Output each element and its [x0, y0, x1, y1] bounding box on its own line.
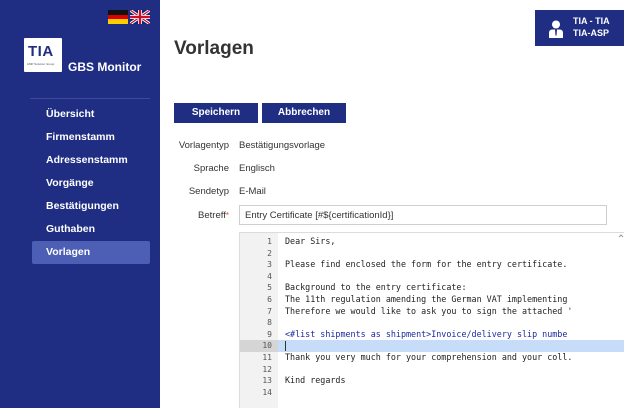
- editor-line[interactable]: 4: [240, 271, 624, 283]
- user-account: TIA-ASP: [573, 28, 609, 38]
- sidebar-item-vorgaenge[interactable]: Vorgänge: [32, 172, 150, 195]
- editor-line[interactable]: 14: [240, 387, 624, 399]
- company-logo: TIA AMP Solution Group: [24, 38, 62, 72]
- user-menu[interactable]: TIA - TIA TIA-ASP: [535, 10, 624, 46]
- code-text: Background to the entry certificate:: [285, 282, 467, 293]
- required-marker: *: [225, 211, 229, 220]
- logo-subtitle: AMP Solution Group: [27, 62, 55, 66]
- editor-line[interactable]: 6 The 11th regulation amending the German…: [240, 294, 624, 306]
- line-number: 1: [267, 237, 272, 246]
- code-text: Dear Sirs,: [285, 236, 336, 246]
- sidebar-item-adressenstamm[interactable]: Adressenstamm: [32, 149, 150, 172]
- sidebar-item-vorlagen[interactable]: Vorlagen: [32, 241, 150, 264]
- uk-flag-icon[interactable]: [129, 8, 151, 26]
- code-text: Kind regards: [285, 375, 346, 386]
- line-number: 11: [262, 353, 272, 362]
- app-name: GBS Monitor: [68, 60, 142, 74]
- send-type-label: Sendetyp: [188, 186, 229, 197]
- code-text: <#list shipments as shipment>Invoice/del…: [285, 328, 568, 339]
- logo-text: TIA: [28, 43, 54, 60]
- line-number: 12: [262, 364, 272, 374]
- sidebar-item-firmenstamm[interactable]: Firmenstamm: [32, 126, 150, 149]
- cancel-button[interactable]: Abbrechen: [262, 103, 346, 123]
- editor-line[interactable]: 3 Please find enclosed the form for the e…: [240, 259, 624, 271]
- editor-line[interactable]: 7 Therefore we would like to ask you to s…: [240, 306, 624, 318]
- sidebar-item-bestaetigungen[interactable]: Bestätigungen: [32, 195, 150, 218]
- template-code-editor[interactable]: 1 Dear Sirs, 2 3 Please find enclosed the fo…: [239, 232, 624, 408]
- user-info: TIA - TIA TIA-ASP: [573, 15, 610, 39]
- language-label: Sprache: [193, 163, 229, 174]
- text-cursor: [285, 341, 286, 352]
- scrollbar-up-arrow-icon[interactable]: [618, 233, 624, 239]
- sidebar: TIA AMP Solution Group GBS Monitor Übers…: [0, 0, 160, 408]
- line-number: 10: [240, 340, 278, 352]
- line-number: 8: [267, 318, 272, 328]
- editor-line[interactable]: 2: [240, 248, 624, 260]
- page-title: Vorlagen: [174, 38, 254, 59]
- template-type-label: Vorlagentyp: [178, 140, 229, 151]
- editor-line[interactable]: 8: [240, 317, 624, 329]
- user-icon: [549, 20, 563, 38]
- language-switcher: [108, 8, 151, 26]
- line-number: 5: [267, 283, 272, 293]
- line-number: 6: [267, 295, 272, 304]
- menu-divider: [30, 98, 150, 99]
- code-text: Thank you very much for your comprehensi…: [285, 352, 573, 362]
- line-number: 4: [267, 271, 272, 281]
- editor-line[interactable]: 9 <#list shipments as shipment>Invoice/de…: [240, 329, 624, 341]
- editor-line[interactable]: 13 Kind regards: [240, 375, 624, 387]
- subject-input[interactable]: [239, 205, 607, 225]
- editor-line[interactable]: 5 Background to the entry certificate:: [240, 282, 624, 294]
- line-number: 14: [262, 387, 272, 397]
- line-number: 3: [267, 260, 272, 270]
- editor-line[interactable]: 10: [240, 340, 624, 352]
- line-number: 13: [262, 376, 272, 386]
- code-text: The 11th regulation amending the German …: [285, 294, 568, 304]
- send-type-value: E-Mail: [239, 186, 266, 197]
- save-button[interactable]: Speichern: [174, 103, 258, 123]
- code-text: Please find enclosed the form for the en…: [285, 259, 568, 270]
- sidebar-item-guthaben[interactable]: Guthaben: [32, 218, 150, 241]
- editor-line[interactable]: 1 Dear Sirs,: [240, 236, 624, 248]
- user-name: TIA - TIA: [573, 16, 610, 26]
- line-number: 7: [267, 306, 272, 316]
- editor-line[interactable]: 11 Thank you very much for your comprehen…: [240, 352, 624, 364]
- subject-label-row: Betreff*: [172, 210, 229, 221]
- code-text: Therefore we would like to ask you to si…: [285, 305, 573, 316]
- sidebar-item-uebersicht[interactable]: Übersicht: [32, 103, 150, 126]
- german-flag-icon[interactable]: [108, 10, 128, 25]
- language-value: Englisch: [239, 163, 275, 174]
- template-type-value: Bestätigungsvorlage: [239, 140, 326, 151]
- editor-line[interactable]: 12: [240, 364, 624, 376]
- line-number: 2: [267, 248, 272, 258]
- subject-label: Betreff: [198, 210, 226, 221]
- line-number: 9: [267, 329, 272, 339]
- sidebar-menu: Übersicht Firmenstamm Adressenstamm Vorg…: [32, 103, 150, 264]
